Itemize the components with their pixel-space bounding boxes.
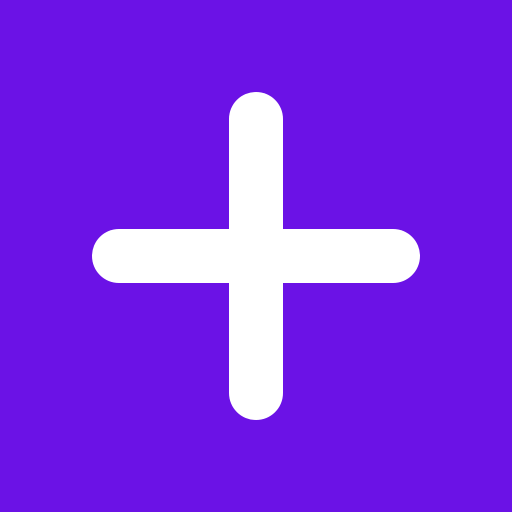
plus-icon	[0, 0, 512, 512]
plus-shape	[92, 92, 420, 420]
plus-horizontal-bar	[92, 229, 420, 283]
add-tile[interactable]	[0, 0, 512, 512]
